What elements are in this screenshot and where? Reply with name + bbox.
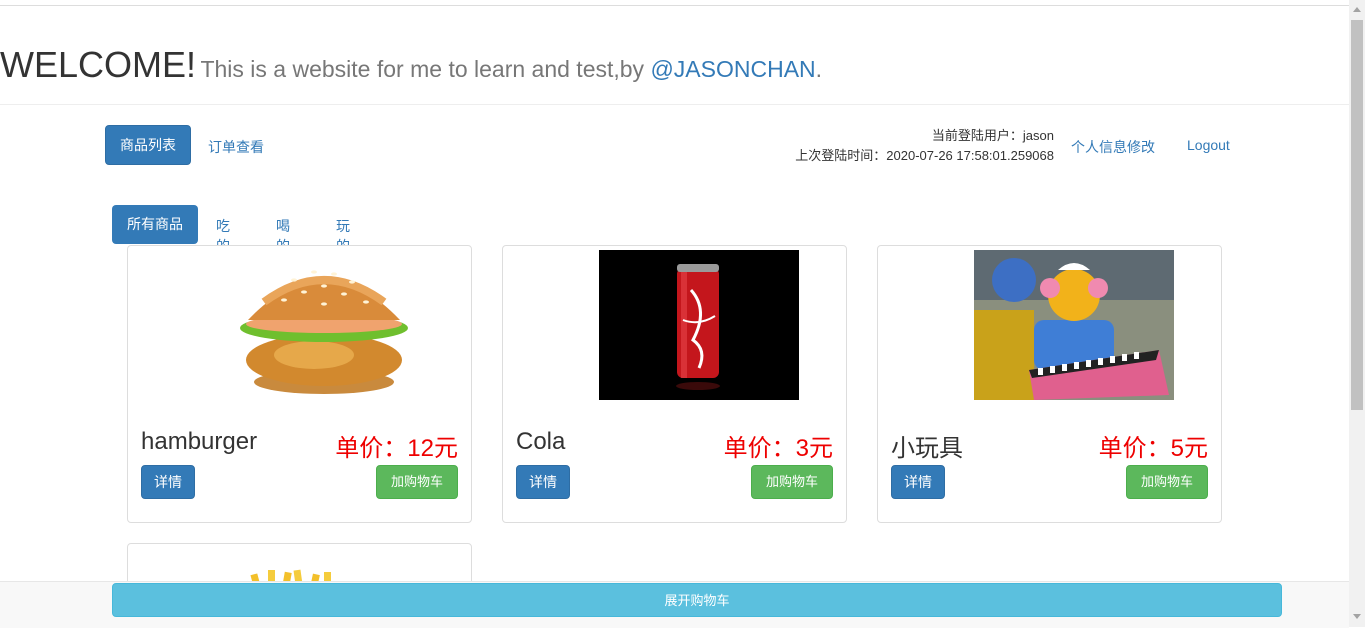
tagline-period: . [815,56,823,82]
add-to-cart-button[interactable]: 加购物车 [751,465,833,499]
product-name: 小玩具 [891,435,963,462]
product-card: 小玩具 单价：5元 详情 加购物车 [877,245,1222,523]
scroll-down-icon[interactable] [1353,614,1361,619]
product-price: 单价：12元 [335,435,458,462]
product-name: hamburger [141,428,258,455]
scroll-up-icon[interactable] [1353,7,1361,12]
detail-button[interactable]: 详情 [891,465,945,499]
tab-all-goods[interactable]: 所有商品 [112,205,198,244]
profile-edit-link[interactable]: 个人信息修改 [1071,137,1155,157]
current-user: 当前登陆用户：jason [931,128,1054,143]
detail-button[interactable]: 详情 [516,465,570,499]
product-card: Cola 单价：3元 详情 加购物车 [502,245,847,523]
detail-button[interactable]: 详情 [141,465,195,499]
logout-link[interactable]: Logout [1187,137,1230,153]
page-header: WELCOME! This is a website for me to lea… [0,44,822,86]
tagline: This is a website for me to learn and te… [200,56,822,82]
cola-image [599,250,799,400]
orders-link[interactable]: 订单查看 [208,137,264,157]
header-divider [0,104,1349,105]
add-to-cart-button[interactable]: 加购物车 [1126,465,1208,499]
goods-list-button[interactable]: 商品列表 [105,125,191,165]
scrollbar[interactable] [1349,0,1365,627]
toy-image [974,250,1174,400]
tagline-text: This is a website for me to learn and te… [200,56,651,82]
last-login-time: 上次登陆时间：2020-07-26 17:58:01.259068 [795,148,1054,163]
product-price: 单价：3元 [723,435,833,462]
scrollbar-thumb[interactable] [1351,20,1363,410]
welcome-title: WELCOME! [0,44,197,85]
cart-footer: 展开购物车 [0,581,1349,628]
hamburger-image [224,250,424,400]
product-price: 单价：5元 [1098,435,1208,462]
top-divider [0,5,1349,6]
expand-cart-button[interactable]: 展开购物车 [112,583,1282,617]
add-to-cart-button[interactable]: 加购物车 [376,465,458,499]
product-card: hamburger 单价：12元 详情 加购物车 [127,245,472,523]
product-name: Cola [516,428,566,455]
author-link[interactable]: @JASONCHAN [650,56,815,82]
user-info: 当前登陆用户：jason 上次登陆时间：2020-07-26 17:58:01.… [795,126,1054,166]
